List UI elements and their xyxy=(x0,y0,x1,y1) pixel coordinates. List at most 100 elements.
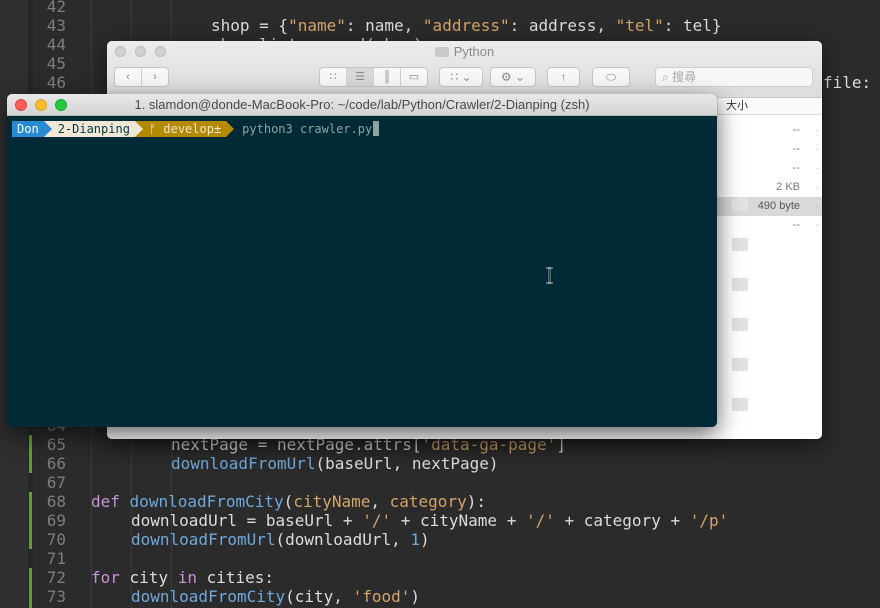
back-forward-buttons: ‹ › xyxy=(114,67,169,87)
line-number: 71 xyxy=(46,549,66,568)
string-literal: 'food' xyxy=(352,587,411,606)
string-literal: "address" xyxy=(422,16,510,35)
prompt-git-segment: ᚠ develop± xyxy=(142,121,227,137)
function-name: downloadFromUrl xyxy=(171,454,316,473)
shell-prompt: Don 2-Dianping ᚠ develop± python3 crawle… xyxy=(12,121,380,137)
finder-title: Python xyxy=(107,44,822,59)
code-text: ) xyxy=(410,587,420,606)
line-number: 72 xyxy=(46,568,66,587)
list-view-icon[interactable]: ☰ xyxy=(347,68,374,86)
powerline-arrow-icon xyxy=(134,121,143,137)
line-number: 46 xyxy=(46,73,66,92)
terminal-titlebar[interactable]: 1. slamdon@donde-MacBook-Pro: ~/code/lab… xyxy=(7,94,717,116)
tags-button[interactable]: ⬭ xyxy=(592,67,630,87)
function-name: downloadFromCity xyxy=(129,492,284,511)
row-trailing-glyph: · xyxy=(816,144,819,154)
terminal-window[interactable]: 1. slamdon@donde-MacBook-Pro: ~/code/lab… xyxy=(7,94,717,427)
row-trailing-glyph: · xyxy=(816,125,819,135)
code-line: 66 downloadFromUrl(baseUrl, nextPage) xyxy=(0,454,499,473)
file-size: -- xyxy=(792,219,800,231)
keyword: def xyxy=(91,492,120,511)
row-icon-placeholder xyxy=(732,398,748,411)
code-line: 67 xyxy=(0,473,91,492)
code-text: : name, xyxy=(345,16,423,35)
code-line: 73 downloadFromCity(city, 'food') xyxy=(0,587,420,606)
code-text: , xyxy=(370,492,390,511)
forward-arrow-icon[interactable]: › xyxy=(142,68,168,86)
search-field[interactable]: ⌕ 搜尋 xyxy=(655,67,813,87)
command-input[interactable]: python3 crawler.py xyxy=(234,121,380,137)
line-number: 43 xyxy=(46,16,66,35)
line-number: 66 xyxy=(46,454,66,473)
row-icon-placeholder xyxy=(732,198,748,211)
finder-title-text: Python xyxy=(453,44,495,59)
string-literal: "tel" xyxy=(615,16,664,35)
file-size: 2 KB xyxy=(776,181,800,193)
row-icon-placeholder xyxy=(732,238,748,251)
row-icon-placeholder xyxy=(732,358,748,371)
code-line: 72 for city in cities: xyxy=(0,568,274,587)
line-number: 68 xyxy=(46,492,66,511)
file-row[interactable]: -- · xyxy=(717,216,822,235)
text-cursor xyxy=(373,121,380,136)
code-text: : tel} xyxy=(663,16,722,35)
code-text: + cityName + xyxy=(391,511,526,530)
tag-icon: ⬭ xyxy=(605,70,617,84)
code-line: 45 xyxy=(0,54,91,73)
back-arrow-icon[interactable]: ‹ xyxy=(115,68,142,86)
search-icon: ⌕ xyxy=(662,70,669,84)
function-name: downloadFromUrl xyxy=(131,530,276,549)
row-icon-placeholder xyxy=(732,278,748,291)
git-branch-icon: ᚠ xyxy=(148,122,157,136)
file-row[interactable]: -- · xyxy=(717,140,822,159)
view-mode-switcher: ∷ ☰ ║ ▭ xyxy=(319,67,428,87)
row-trailing-glyph: · xyxy=(816,182,819,192)
code-line: 70 downloadFromUrl(downloadUrl, 1) xyxy=(0,530,430,549)
icon-view-icon[interactable]: ∷ xyxy=(320,68,347,86)
code-text: (city, xyxy=(285,587,353,606)
keyword: in xyxy=(177,568,197,587)
line-number: 42 xyxy=(46,0,66,16)
share-button[interactable]: ↑ xyxy=(547,67,580,87)
gallery-view-icon[interactable]: ▭ xyxy=(401,68,427,86)
parameter: category xyxy=(389,492,467,511)
file-row[interactable]: -- · xyxy=(717,159,822,178)
line-number: 73 xyxy=(46,587,66,606)
code-text: file: xyxy=(823,73,872,92)
prompt-dir-segment: 2-Dianping xyxy=(51,121,135,137)
column-header-size[interactable]: 大小 xyxy=(717,98,822,115)
line-number: 70 xyxy=(46,530,66,549)
line-number: 45 xyxy=(46,54,66,73)
ibeam-cursor-icon xyxy=(546,267,553,284)
code-text: + category + xyxy=(554,511,690,530)
group-by-button[interactable]: ∷ ⌄ xyxy=(439,67,483,87)
terminal-title: 1. slamdon@donde-MacBook-Pro: ~/code/lab… xyxy=(134,97,590,112)
file-size: -- xyxy=(792,162,800,174)
gear-icon: ⚙ xyxy=(500,70,512,84)
keyword: for xyxy=(91,568,120,587)
code-text: shop = { xyxy=(211,16,289,35)
code-text: cities: xyxy=(196,568,275,587)
file-row[interactable]: 2 KB · xyxy=(717,178,822,197)
share-icon: ↑ xyxy=(560,70,567,84)
grid-icon: ∷ xyxy=(450,70,459,84)
string-literal: "name" xyxy=(288,16,346,35)
command-text: python3 crawler.py xyxy=(242,122,373,136)
file-size: -- xyxy=(792,124,800,136)
chevron-down-icon: ⌄ xyxy=(461,70,472,84)
prompt-user-segment: Don xyxy=(12,121,44,137)
string-literal: '/p' xyxy=(689,511,729,530)
powerline-arrow-icon xyxy=(43,121,52,137)
column-view-icon[interactable]: ║ xyxy=(374,68,401,86)
code-line: 42 xyxy=(0,0,91,16)
file-row[interactable]: -- · xyxy=(717,121,822,140)
file-size: 490 byte xyxy=(757,200,800,212)
line-number: 67 xyxy=(46,473,66,492)
git-branch-name: develop± xyxy=(163,122,222,136)
finder-toolbar: Python ‹ › ∷ ☰ ║ ▭ ∷ ⌄ ⚙ ⌄ ↑ ⬭ ⌕ 搜尋 xyxy=(107,41,822,98)
code-text: ): xyxy=(466,492,486,511)
action-button[interactable]: ⚙ ⌄ xyxy=(490,67,536,87)
line-number: 69 xyxy=(46,511,66,530)
number-literal: 1 xyxy=(410,530,420,549)
parameter: cityName xyxy=(293,492,371,511)
